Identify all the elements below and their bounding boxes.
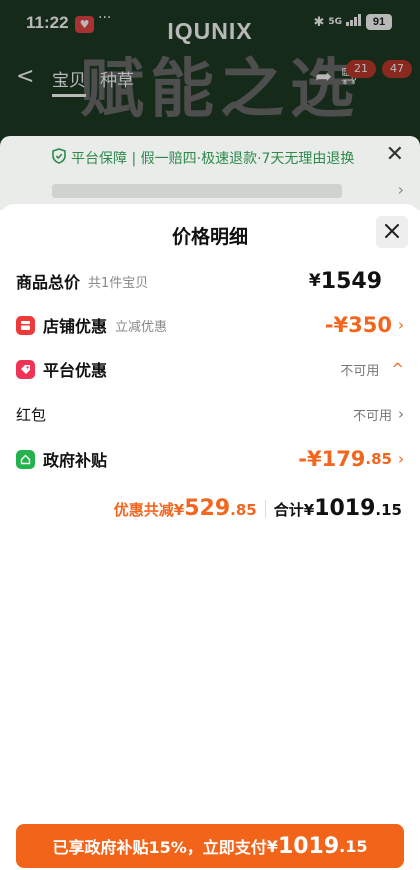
chevron-right-icon: › bbox=[398, 450, 404, 468]
sheet-title: 价格明细 bbox=[171, 226, 248, 248]
hongbao-label: 红包 bbox=[16, 405, 47, 424]
row-platform-discount[interactable]: 平台优惠 不可用 ^ bbox=[16, 354, 404, 384]
shop-discount-value: -¥350 bbox=[324, 313, 392, 337]
row-hongbao[interactable]: 红包 不可用 › bbox=[16, 399, 404, 429]
total-price-label: 商品总价 bbox=[16, 273, 81, 292]
gov-subsidy-value: -¥179 bbox=[298, 447, 366, 471]
platform-discount-status: 不可用 bbox=[340, 363, 380, 379]
grand-total-currency: ¥ bbox=[303, 501, 315, 519]
chevron-right-icon: › bbox=[398, 316, 404, 334]
hongbao-status: 不可用 bbox=[352, 408, 392, 424]
shop-discount-sub: 立减优惠 bbox=[115, 319, 168, 335]
summary-divider bbox=[264, 499, 266, 518]
subsidy-icon bbox=[16, 449, 35, 469]
pay-now-button[interactable]: 已享政府补贴15%，立即支付 ¥ 1019 .15 bbox=[16, 824, 404, 868]
close-icon bbox=[385, 223, 399, 242]
grand-total-label: 合计 bbox=[273, 501, 304, 519]
item-count: 共1件宝贝 bbox=[88, 275, 149, 291]
platform-discount-label: 平台优惠 bbox=[43, 361, 108, 380]
discount-total-label: 优惠共减¥ bbox=[113, 501, 185, 519]
gov-subsidy-label: 政府补贴 bbox=[43, 451, 108, 470]
pay-button-currency: ¥ bbox=[266, 836, 278, 856]
chevron-right-icon: › bbox=[398, 405, 404, 423]
row-shop-discount[interactable]: 店铺优惠 立减优惠 -¥350 › bbox=[16, 310, 404, 340]
chevron-up-icon: ^ bbox=[391, 360, 404, 378]
blurred-content bbox=[52, 184, 342, 198]
guarantee-text: 平台保障 | 假一赔四·极速退款·7天无理由退换 bbox=[71, 151, 355, 167]
guarantee-banner: 平台保障 | 假一赔四·极速退款·7天无理由退换 ✕ › bbox=[0, 136, 420, 210]
close-button[interactable] bbox=[376, 216, 408, 248]
tag-icon bbox=[16, 359, 35, 379]
price-summary: 优惠共减¥ 529 .85 合计 ¥ 1019 .15 bbox=[114, 496, 402, 521]
row-gov-subsidy[interactable]: 政府补贴 -¥179 .85 › bbox=[16, 444, 404, 474]
shop-icon bbox=[16, 315, 35, 335]
pay-button-decimal: .15 bbox=[339, 836, 368, 856]
guarantee-close-icon[interactable]: ✕ bbox=[386, 142, 404, 167]
discount-total-decimal: .85 bbox=[230, 501, 257, 519]
grand-total-decimal: .15 bbox=[375, 501, 402, 519]
price-detail-sheet: 价格明细 商品总价 共1件宝贝 ¥ 1549 店铺优惠 立减优惠 -¥350 ›… bbox=[0, 204, 420, 870]
grand-total-value: 1019 bbox=[314, 496, 376, 521]
discount-total-value: 529 bbox=[184, 496, 231, 521]
shield-icon bbox=[52, 148, 66, 168]
total-price-value: 1549 bbox=[320, 268, 382, 294]
gov-subsidy-decimal: .85 bbox=[365, 450, 392, 468]
pay-button-text: 已享政府补贴15%，立即支付 bbox=[52, 838, 267, 857]
chevron-right-icon: › bbox=[397, 180, 404, 199]
shop-discount-label: 店铺优惠 bbox=[43, 317, 108, 336]
pay-button-amount: 1019 bbox=[277, 833, 340, 859]
total-currency: ¥ bbox=[308, 271, 321, 291]
row-total-price: 商品总价 共1件宝贝 ¥ 1549 bbox=[16, 266, 404, 296]
